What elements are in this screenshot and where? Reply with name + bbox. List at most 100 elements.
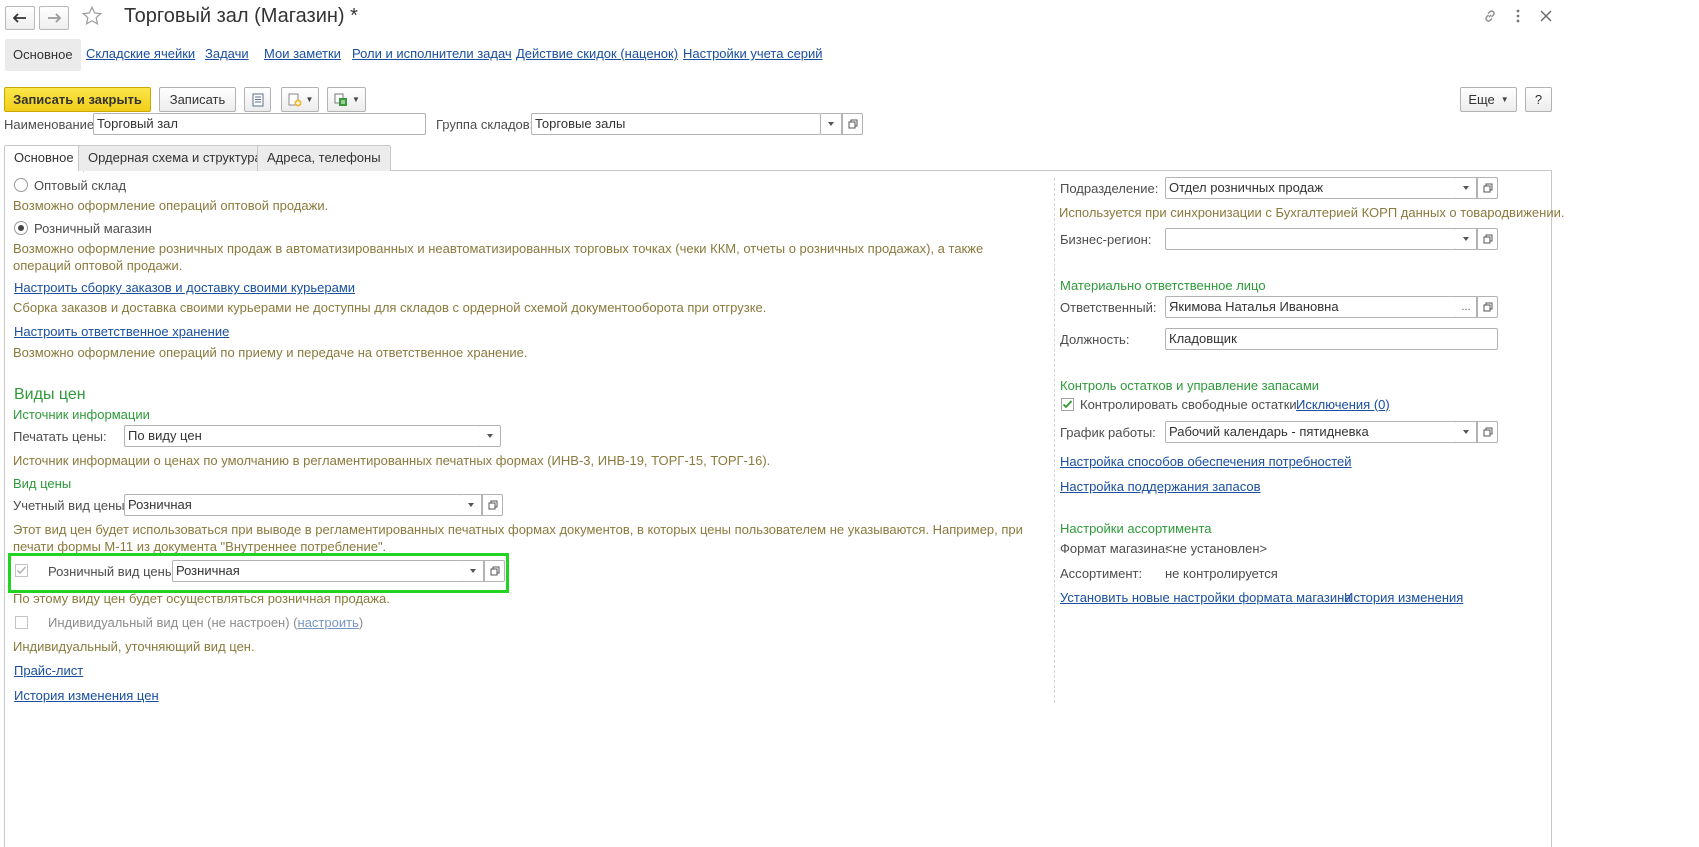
exceptions-link[interactable]: Исключения (0) — [1296, 397, 1390, 412]
nav-tab-discounts[interactable]: Действие скидок (наценок) — [516, 46, 678, 64]
forward-button[interactable] — [39, 6, 69, 30]
assortment-label: Ассортимент: — [1060, 566, 1143, 581]
report-button[interactable] — [244, 87, 271, 112]
save-and-close-button[interactable]: Записать и закрыть — [4, 87, 151, 112]
group-input[interactable]: Торговые залы — [531, 113, 821, 135]
print-button[interactable]: ▼ — [327, 87, 366, 112]
price-type-heading: Вид цены — [13, 476, 72, 491]
price-list-link[interactable]: Прайс-лист — [14, 663, 83, 678]
open-window-icon — [1483, 427, 1492, 437]
individual-price-checkbox[interactable] — [15, 616, 28, 629]
arrow-right-icon — [48, 13, 61, 23]
print-prices-dropdown-button[interactable] — [480, 425, 501, 447]
region-input[interactable] — [1165, 228, 1457, 250]
new-format-link[interactable]: Установить новые настройки формата магаз… — [1060, 590, 1352, 605]
responsible-select-button[interactable]: ... — [1456, 296, 1477, 318]
help-button[interactable]: ? — [1525, 87, 1552, 112]
group-open-button[interactable] — [842, 113, 863, 135]
retail-radio[interactable] — [14, 221, 28, 235]
inner-tab-addresses[interactable]: Адреса, телефоны — [257, 145, 391, 171]
needs-setup-link[interactable]: Настройка способов обеспечения потребнос… — [1060, 454, 1352, 469]
courier-hint: Сборка заказов и доставка своими курьера… — [13, 300, 767, 315]
division-input[interactable]: Отдел розничных продаж — [1165, 177, 1457, 199]
print-prices-input[interactable]: По виду цен — [124, 425, 481, 447]
account-price-hint: Этот вид цен будет использоваться при вы… — [13, 522, 1023, 554]
account-price-input[interactable]: Розничная — [124, 494, 462, 516]
mol-heading: Материально ответственное лицо — [1060, 278, 1266, 293]
chevron-down-icon: ▼ — [1500, 95, 1509, 104]
nav-tab-storage-cells[interactable]: Складские ячейки — [86, 46, 195, 64]
open-window-icon — [848, 119, 857, 129]
storage-setup-link[interactable]: Настроить ответственное хранение — [14, 324, 229, 339]
retail-price-dropdown-button[interactable] — [463, 560, 484, 582]
column-separator — [1054, 178, 1055, 703]
back-button[interactable] — [5, 6, 35, 30]
control-stock-checkbox[interactable] — [1061, 398, 1074, 411]
close-icon[interactable] — [1538, 8, 1554, 24]
open-window-icon — [1483, 183, 1492, 193]
individual-close-paren: ) — [358, 615, 364, 630]
checkmark-icon — [1062, 400, 1073, 409]
print-prices-hint: Источник информации о ценах по умолчанию… — [13, 453, 771, 468]
individual-price-label: Индивидуальный вид цен (не настроен) (на… — [48, 615, 363, 630]
name-label: Наименование: — [4, 117, 98, 132]
region-dropdown-button[interactable] — [1456, 228, 1477, 250]
group-dropdown-button[interactable] — [821, 113, 842, 135]
assortment-heading: Настройки ассортимента — [1060, 521, 1212, 536]
open-window-icon — [1483, 234, 1492, 244]
storage-hint: Возможно оформление операций по приему и… — [13, 345, 528, 360]
assortment-value: не контролируется — [1165, 566, 1278, 581]
store-format-value: <не установлен> — [1165, 541, 1268, 556]
stock-setup-link[interactable]: Настройка поддержания запасов — [1060, 479, 1260, 494]
format-history-link[interactable]: История изменения — [1344, 590, 1463, 605]
price-history-link[interactable]: История изменения цен — [14, 688, 159, 703]
schedule-dropdown-button[interactable] — [1456, 421, 1477, 443]
division-hint: Используется при синхронизации с Бухгалт… — [1059, 205, 1565, 220]
schedule-input[interactable]: Рабочий календарь - пятидневка — [1165, 421, 1457, 443]
page-title: Торговый зал (Магазин) * — [124, 5, 358, 27]
division-open-button[interactable] — [1477, 177, 1498, 199]
wholesale-label: Оптовый склад — [34, 178, 127, 193]
account-price-open-button[interactable] — [482, 494, 503, 516]
retail-price-hint: По этому виду цен будет осуществляться р… — [13, 591, 390, 606]
more-button[interactable]: Еще ▼ — [1460, 87, 1517, 112]
inner-tab-main[interactable]: Основное — [4, 145, 84, 172]
document-create-icon — [288, 93, 302, 106]
nav-tab-series[interactable]: Настройки учета серий — [683, 46, 823, 64]
retail-price-checkbox[interactable] — [15, 564, 28, 577]
nav-tab-tasks[interactable]: Задачи — [205, 46, 249, 64]
division-label: Подразделение: — [1060, 181, 1159, 196]
responsible-input[interactable]: Якимова Наталья Ивановна — [1165, 296, 1457, 318]
nav-tab-notes[interactable]: Мои заметки — [264, 46, 341, 64]
create-based-on-button[interactable]: ▼ — [281, 87, 319, 112]
nav-tab-main[interactable]: Основное — [5, 39, 81, 71]
name-input[interactable]: Торговый зал — [93, 113, 426, 135]
responsible-open-button[interactable] — [1477, 296, 1498, 318]
inner-tab-order-scheme[interactable]: Ордерная схема и структура — [78, 145, 272, 171]
save-button[interactable]: Записать — [159, 87, 236, 112]
star-favorite-icon[interactable] — [81, 5, 103, 27]
more-label: Еще — [1468, 92, 1495, 107]
position-input[interactable]: Кладовщик — [1165, 328, 1498, 350]
region-open-button[interactable] — [1477, 228, 1498, 250]
division-dropdown-button[interactable] — [1456, 177, 1477, 199]
retail-price-input[interactable]: Розничная — [172, 560, 464, 582]
schedule-open-button[interactable] — [1477, 421, 1498, 443]
more-vertical-icon[interactable] — [1511, 8, 1525, 24]
account-price-label: Учетный вид цены: — [13, 498, 129, 513]
prices-heading: Виды цен — [14, 386, 86, 403]
wholesale-hint: Возможно оформление операций оптовой про… — [13, 198, 329, 213]
print-prices-label: Печатать цены: — [13, 429, 107, 444]
wholesale-radio[interactable] — [14, 178, 28, 192]
individual-price-hint: Индивидуальный, уточняющий вид цен. — [13, 639, 255, 654]
print-icon — [334, 93, 348, 106]
nav-tab-roles[interactable]: Роли и исполнители задач — [352, 46, 512, 64]
arrow-left-icon — [13, 13, 26, 23]
individual-setup-link[interactable]: настроить — [298, 615, 359, 630]
retail-price-open-button[interactable] — [484, 560, 505, 582]
courier-setup-link[interactable]: Настроить сборку заказов и доставку свои… — [14, 280, 355, 295]
link-icon[interactable] — [1482, 8, 1498, 24]
info-source-heading: Источник информации — [13, 407, 150, 422]
group-label: Группа складов: — [436, 117, 534, 132]
account-price-dropdown-button[interactable] — [461, 494, 482, 516]
